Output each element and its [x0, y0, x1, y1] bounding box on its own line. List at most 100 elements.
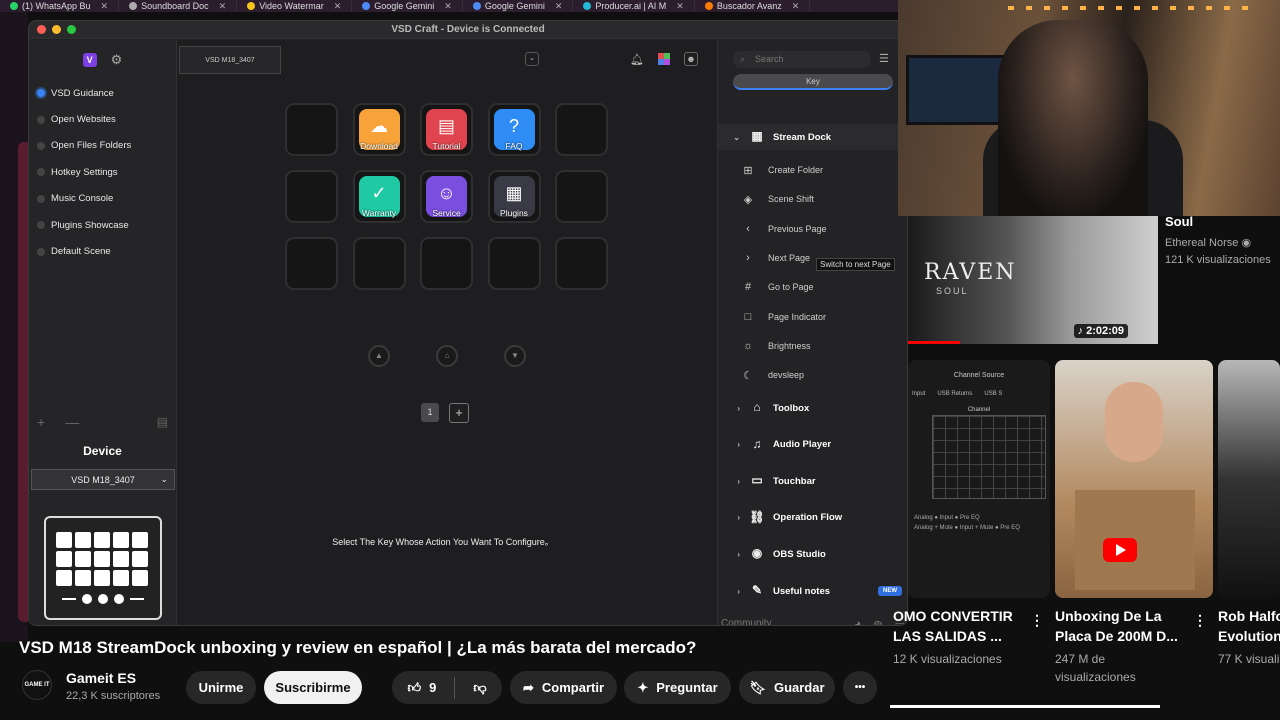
close-icon[interactable]: ✕: [219, 1, 227, 12]
stream-key[interactable]: ▦ Plugins: [487, 170, 541, 223]
search-input[interactable]: ⌕ Search: [733, 51, 871, 68]
discord-icon[interactable]: ◍: [873, 618, 883, 625]
tab-key[interactable]: Key: [733, 74, 893, 90]
scene-item[interactable]: VSD Guidance: [29, 80, 176, 106]
stream-key[interactable]: [285, 170, 338, 223]
close-icon[interactable]: ✕: [792, 1, 800, 12]
stream-key[interactable]: ☁ Download: [352, 103, 406, 156]
category-item[interactable]: › ♫ Audio Player: [718, 432, 907, 458]
category-item[interactable]: › ◉ OBS Studio: [718, 541, 907, 567]
browser-tab[interactable]: (1) WhatsApp Bu ✕: [0, 0, 120, 12]
stream-key[interactable]: ▤ Tutorial: [420, 103, 473, 156]
action-item[interactable]: # Go to Page: [718, 273, 907, 301]
thumbs-down-icon[interactable]: 👎︎: [473, 680, 486, 696]
channel-name[interactable]: Gameit ES: [66, 670, 136, 686]
browser-tab-label: Google Gemini: [484, 1, 545, 11]
thumbs-up-icon[interactable]: 👍︎: [407, 680, 421, 696]
scene-item[interactable]: Plugins Showcase: [29, 212, 176, 238]
action-label: Page Indicator: [768, 311, 827, 322]
browser-tab[interactable]: Google Gemini ✕: [463, 0, 574, 12]
add-page-button[interactable]: +: [449, 403, 469, 423]
category-item[interactable]: › ▭ Touchbar: [718, 468, 907, 494]
action-item[interactable]: ◈ Scene Shift: [718, 185, 907, 213]
device-select[interactable]: VSD M18_3407 ⌄: [31, 469, 175, 490]
browser-tab[interactable]: Buscador Avanz ✕: [695, 0, 811, 12]
device-tab[interactable]: VSD M18_3407: [179, 46, 281, 74]
featured-video-thumbnail[interactable]: RAVEN SOUL ♪ 2:02:09: [908, 216, 1158, 344]
scene-item[interactable]: Default Scene: [29, 238, 176, 264]
stream-key[interactable]: [555, 237, 608, 290]
more-vertical-icon[interactable]: ⋮: [1193, 612, 1207, 629]
scene-item[interactable]: Hotkey Settings: [29, 159, 176, 185]
stream-key[interactable]: [420, 237, 473, 290]
scene-item[interactable]: Music Console: [29, 186, 176, 212]
knob-1[interactable]: ▲: [368, 345, 390, 367]
category-label: Toolbox: [773, 402, 810, 414]
user-icon[interactable]: ☻: [684, 52, 698, 66]
knob-3[interactable]: ▼: [504, 345, 526, 367]
browser-tab[interactable]: Soundboard Doc ✕: [119, 0, 238, 12]
thumb-sub: SOUL: [936, 286, 969, 296]
card-2-meta: 247 M de visualizaciones: [1055, 652, 1136, 684]
card-2-title[interactable]: Unboxing De La Placa De 200M D...: [1055, 606, 1178, 646]
theme-palette-icon[interactable]: [658, 53, 670, 65]
stream-key[interactable]: [285, 237, 338, 290]
action-item[interactable]: □ Page Indicator: [718, 303, 907, 331]
chevron-down-icon[interactable]: ⌄: [525, 52, 539, 66]
category-stream-dock[interactable]: ⌄ ▦ Stream Dock: [718, 124, 907, 150]
more-actions-button[interactable]: •••: [843, 671, 877, 704]
close-icon[interactable]: ✕: [334, 1, 342, 12]
save-button[interactable]: 🔖︎ Guardar: [739, 671, 835, 704]
add-scene-button[interactable]: +: [37, 414, 45, 430]
ask-button[interactable]: ✦ Preguntar: [624, 671, 731, 704]
knob-2[interactable]: ⌂: [436, 345, 458, 367]
page-1-button[interactable]: 1: [421, 403, 439, 422]
card-3-title[interactable]: Rob Halfo Evolution: [1218, 606, 1280, 646]
gear-icon[interactable]: ⚙: [111, 52, 123, 68]
share-button[interactable]: ➦ Compartir: [510, 671, 617, 704]
featured-video-channel[interactable]: Ethereal Norse ◉: [1165, 236, 1251, 249]
stream-key[interactable]: [285, 103, 338, 156]
category-item[interactable]: › ⌂ Toolbox: [718, 395, 907, 421]
vsd-logo-icon[interactable]: V: [82, 53, 97, 67]
scene-item[interactable]: Open Websites: [29, 106, 176, 132]
action-item[interactable]: ☾ devsleep: [718, 361, 907, 389]
video-thumbnail-2[interactable]: [1055, 360, 1213, 598]
category-item[interactable]: › ✎ Useful notes NEW: [718, 578, 907, 604]
action-item[interactable]: ☼ Brightness: [718, 332, 907, 360]
device-knobs: [62, 594, 144, 604]
close-icon[interactable]: ✕: [101, 1, 109, 12]
scene-settings-icon[interactable]: ▤: [157, 415, 168, 429]
video-thumbnail-1[interactable]: Channel Source Input USB Returns USB S Cha…: [908, 360, 1050, 598]
reddit-icon[interactable]: ◕: [854, 618, 861, 625]
remove-scene-button[interactable]: —: [65, 414, 79, 430]
stream-key[interactable]: ☺ Service: [420, 170, 473, 223]
scene-item[interactable]: Open Files Folders: [29, 133, 176, 159]
browser-tab[interactable]: Video Watermar ✕: [237, 0, 353, 12]
action-item[interactable]: ‹ Previous Page: [718, 215, 907, 243]
featured-video-title[interactable]: Soul: [1165, 214, 1193, 229]
category-item[interactable]: › ⛓ Operation Flow: [718, 505, 907, 531]
new-badge: NEW: [878, 586, 902, 596]
action-item[interactable]: ⊞ Create Folder: [718, 156, 907, 184]
bell-icon[interactable]: 🔔︎: [630, 53, 644, 66]
more-vertical-icon[interactable]: ⋮: [1030, 612, 1044, 629]
list-view-icon[interactable]: ☰: [879, 52, 889, 65]
subscribe-button[interactable]: Suscribirme: [264, 671, 362, 704]
card-1-title[interactable]: OMO CONVERTIR LAS SALIDAS ...: [893, 606, 1013, 646]
browser-tab[interactable]: Google Gemini ✕: [352, 0, 463, 12]
avatar[interactable]: GAME IT: [22, 670, 52, 700]
stream-key[interactable]: ✓ Warranty: [352, 170, 406, 223]
browser-tab[interactable]: Producer.ai | AI M ✕: [573, 0, 695, 12]
stream-key[interactable]: [555, 170, 608, 223]
stream-key[interactable]: [352, 237, 406, 290]
stream-key[interactable]: [555, 103, 608, 156]
stream-key[interactable]: [487, 237, 541, 290]
video-thumbnail-3[interactable]: [1218, 360, 1280, 598]
stream-key[interactable]: ? FAQ: [487, 103, 541, 156]
join-button[interactable]: Unirme: [186, 671, 256, 704]
close-icon[interactable]: ✕: [676, 1, 684, 12]
close-icon[interactable]: ✕: [444, 1, 452, 12]
close-icon[interactable]: ✕: [555, 1, 563, 12]
device-preview-image: [44, 516, 162, 620]
